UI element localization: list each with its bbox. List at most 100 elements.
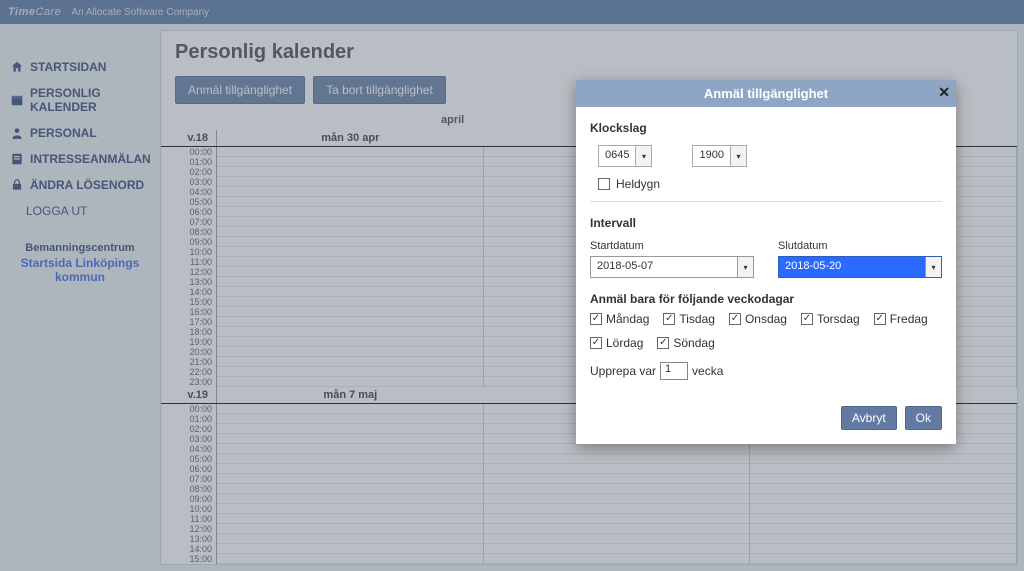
form-icon [10, 152, 24, 166]
end-time-combo[interactable]: 1900 ▾ [692, 145, 746, 167]
time-label: 00:00 [161, 147, 216, 157]
chevron-down-icon[interactable]: ▾ [925, 257, 941, 277]
footer-company: Bemanningscentrum [6, 242, 154, 254]
time-label: 14:00 [161, 287, 216, 297]
repeat-row: Upprepa var 1 vecka [590, 362, 942, 380]
end-date-col: Slutdatum 2018-05-20 ▾ [778, 240, 942, 278]
remove-availability-button[interactable]: Ta bort tillgänglighet [313, 76, 446, 104]
sun-checkbox[interactable]: ✓ [657, 337, 669, 349]
nav-label: STARTSIDAN [30, 60, 106, 74]
time-label: 12:00 [161, 524, 216, 534]
wed-checkbox[interactable]: ✓ [729, 313, 741, 325]
calendar-icon [10, 93, 24, 107]
page-header: Personlig kalender [161, 31, 1017, 72]
week-label: v.18 [161, 130, 217, 146]
fri-label: Fredag [890, 312, 928, 326]
mon-checkbox[interactable]: ✓ [590, 313, 602, 325]
fullday-row: Heldygn [598, 177, 942, 191]
nav-interest[interactable]: INTRESSEANMÄLAN [6, 146, 154, 172]
dialog-titlebar: Anmäl tillgänglighet ✕ [576, 80, 956, 107]
time-label: 21:00 [161, 357, 216, 367]
time-label: 00:00 [161, 404, 216, 414]
nav-label: PERSONAL [30, 126, 97, 140]
time-label: 01:00 [161, 414, 216, 424]
time-label: 12:00 [161, 267, 216, 277]
time-label: 23:00 [161, 377, 216, 387]
time-column: 00:0001:0002:0003:0004:0005:0006:0007:00… [161, 147, 217, 387]
tue-checkbox[interactable]: ✓ [663, 313, 675, 325]
time-label: 20:00 [161, 347, 216, 357]
sat-label: Lördag [606, 336, 643, 350]
day-column[interactable] [217, 147, 484, 387]
fullday-checkbox[interactable] [598, 178, 610, 190]
chevron-down-icon[interactable]: ▾ [730, 146, 746, 166]
day-header: mån 30 apr [217, 130, 484, 146]
close-icon[interactable]: ✕ [938, 84, 950, 101]
cancel-button[interactable]: Avbryt [841, 406, 897, 430]
fri-checkbox[interactable]: ✓ [874, 313, 886, 325]
time-label: 02:00 [161, 424, 216, 434]
nav-change-password[interactable]: ÄNDRA LÖSENORD [6, 172, 154, 198]
divider [590, 201, 942, 202]
section-interval-label: Intervall [590, 216, 942, 230]
time-label: 11:00 [161, 257, 216, 267]
time-label: 16:00 [161, 307, 216, 317]
end-date-input[interactable]: 2018-05-20 ▾ [778, 256, 942, 278]
week-label: v.19 [161, 387, 217, 403]
time-label: 15:00 [161, 297, 216, 307]
time-label: 13:00 [161, 277, 216, 287]
sun-label: Söndag [673, 336, 714, 350]
nav-start[interactable]: STARTSIDAN [6, 54, 154, 80]
home-icon [10, 60, 24, 74]
chevron-down-icon[interactable]: ▾ [737, 257, 753, 277]
section-time-label: Klockslag [590, 121, 942, 135]
nav-label: ÄNDRA LÖSENORD [30, 178, 144, 192]
day-column[interactable] [217, 404, 484, 564]
company-tagline: An Allocate Software Company [71, 7, 209, 18]
end-time-value: 1900 [693, 146, 729, 166]
nav-logout[interactable]: LOGGA UT [6, 198, 154, 224]
sat-checkbox[interactable]: ✓ [590, 337, 602, 349]
time-label: 04:00 [161, 444, 216, 454]
repeat-pre: Upprepa var [590, 364, 656, 378]
register-availability-button[interactable]: Anmäl tillgänglighet [175, 76, 305, 104]
weekdays-label: Anmäl bara för följande veckodagar [590, 292, 942, 306]
time-label: 04:00 [161, 187, 216, 197]
start-time-combo[interactable]: 0645 ▾ [598, 145, 652, 167]
ok-button[interactable]: Ok [905, 406, 942, 430]
app-topbar: TimeCare An Allocate Software Company [0, 0, 1024, 24]
dialog-body: Klockslag 0645 ▾ 1900 ▾ Heldygn Interval… [576, 107, 956, 444]
chevron-down-icon[interactable]: ▾ [635, 146, 651, 166]
time-label: 03:00 [161, 434, 216, 444]
time-label: 05:00 [161, 454, 216, 464]
lock-icon [10, 178, 24, 192]
thu-checkbox[interactable]: ✓ [801, 313, 813, 325]
time-label: 09:00 [161, 237, 216, 247]
weekdays-row: ✓Måndag ✓Tisdag ✓Onsdag ✓Torsdag ✓Fredag… [590, 312, 942, 350]
brand-logo: TimeCare [8, 6, 61, 18]
nav-personal-calendar[interactable]: PERSONLIG KALENDER [6, 80, 154, 120]
time-label: 06:00 [161, 464, 216, 474]
mon-label: Måndag [606, 312, 649, 326]
time-label: 10:00 [161, 504, 216, 514]
day-header: mån 7 maj [217, 387, 484, 403]
sidebar-footer: Bemanningscentrum Startsida Linköpings k… [6, 242, 154, 285]
time-label: 14:00 [161, 544, 216, 554]
time-label: 13:00 [161, 534, 216, 544]
availability-dialog: Anmäl tillgänglighet ✕ Klockslag 0645 ▾ … [576, 80, 956, 444]
time-label: 18:00 [161, 327, 216, 337]
page-title: Personlig kalender [175, 41, 1003, 64]
time-label: 02:00 [161, 167, 216, 177]
repeat-input[interactable]: 1 [660, 362, 688, 380]
end-date-value: 2018-05-20 [779, 257, 925, 277]
time-label: 09:00 [161, 494, 216, 504]
nav-personal[interactable]: PERSONAL [6, 120, 154, 146]
date-row: Startdatum 2018-05-07 ▾ Slutdatum 2018-0… [590, 240, 942, 278]
time-label: 17:00 [161, 317, 216, 327]
time-label: 07:00 [161, 217, 216, 227]
person-icon [10, 126, 24, 140]
footer-link[interactable]: Startsida Linköpings kommun [6, 256, 154, 285]
start-date-label: Startdatum [590, 240, 754, 252]
time-label: 07:00 [161, 474, 216, 484]
start-date-input[interactable]: 2018-05-07 ▾ [590, 256, 754, 278]
